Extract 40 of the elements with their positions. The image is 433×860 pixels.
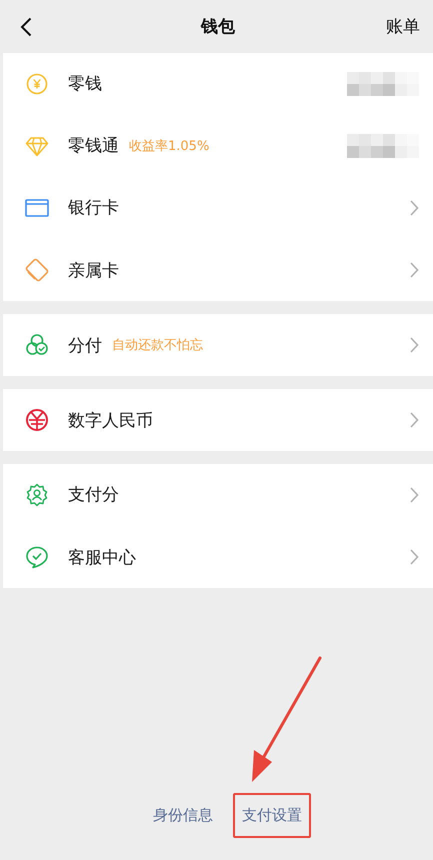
cards-icon bbox=[25, 258, 49, 282]
chevron-right-icon bbox=[410, 412, 419, 428]
footer-link[interactable]: 身份信息 bbox=[153, 806, 213, 825]
badge-person-icon bbox=[25, 483, 49, 507]
promo-tag: 收益率1.05% bbox=[129, 136, 210, 154]
row-label: 分付 bbox=[68, 334, 102, 356]
chat-check-icon bbox=[25, 545, 49, 569]
chevron-right-icon bbox=[410, 486, 419, 502]
row-label: 亲属卡 bbox=[68, 260, 119, 282]
row-label: 支付分 bbox=[68, 484, 119, 506]
row-label: 零钱 bbox=[68, 73, 102, 95]
menu-row[interactable]: 客服中心 bbox=[3, 526, 433, 588]
row-label: 零钱通 bbox=[68, 135, 119, 157]
page-title: 钱包 bbox=[201, 16, 235, 38]
promo-tag: 自动还款不怕忘 bbox=[112, 336, 203, 354]
bill-button[interactable]: 账单 bbox=[386, 15, 420, 38]
diamond-icon bbox=[25, 135, 49, 157]
menu-row[interactable]: 零钱 bbox=[3, 53, 433, 115]
card-icon bbox=[25, 198, 49, 218]
menu-row[interactable]: 亲属卡 bbox=[3, 239, 433, 301]
chevron-right-icon bbox=[410, 262, 419, 278]
blurred-amount bbox=[347, 134, 419, 158]
back-button[interactable] bbox=[20, 16, 32, 36]
digital-yuan-icon bbox=[25, 408, 49, 432]
back-icon bbox=[20, 16, 32, 36]
menu-row[interactable]: 分付 自动还款不怕忘 bbox=[3, 314, 433, 376]
menu-row[interactable]: 支付分 bbox=[3, 464, 433, 526]
menu-row[interactable]: 银行卡 bbox=[3, 177, 433, 239]
blurred-amount bbox=[347, 72, 419, 96]
chevron-right-icon bbox=[410, 549, 419, 565]
menu-row[interactable]: 零钱通 收益率1.05% bbox=[3, 115, 433, 177]
menu-row[interactable]: 数字人民币 bbox=[3, 389, 433, 451]
footer-link[interactable]: 支付设置 bbox=[242, 806, 302, 825]
circles-check-icon bbox=[25, 333, 49, 357]
row-label: 数字人民币 bbox=[68, 410, 153, 432]
chevron-right-icon bbox=[410, 337, 419, 353]
yuan-coin-icon bbox=[26, 73, 48, 95]
row-label: 银行卡 bbox=[68, 197, 119, 219]
row-label: 客服中心 bbox=[68, 546, 136, 568]
chevron-right-icon bbox=[410, 200, 419, 216]
